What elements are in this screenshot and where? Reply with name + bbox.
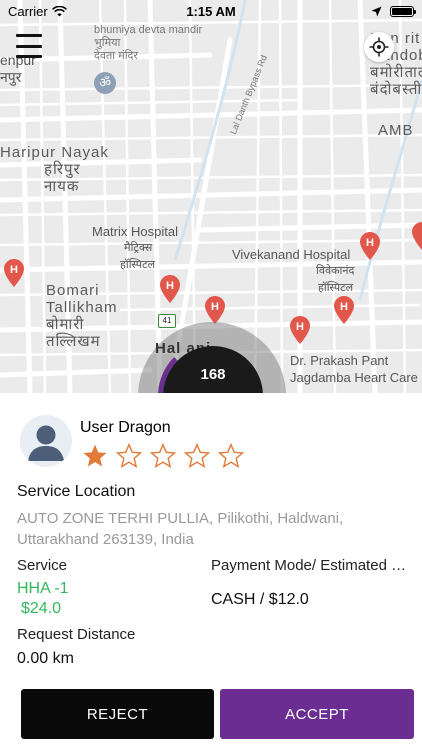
service-address: AUTO ZONE TERHI PULLIA, Pilikothi, Haldw… [17, 508, 397, 550]
service-location-label: Service Location [17, 483, 136, 500]
carrier-label: Carrier [8, 3, 48, 19]
hospital-pin-icon[interactable]: H [160, 275, 180, 303]
star-empty-icon [150, 443, 176, 468]
wifi-icon [51, 5, 67, 16]
distance-label: Request Distance [17, 626, 136, 643]
map-label-bhumiya: bhumiya devta mandir भुमिया देवता मंदिर [94, 24, 203, 62]
request-details-panel: User Dragon Service Location AUTO ZONE T… [0, 393, 422, 750]
address-line-1: AUTO ZONE TERHI PULLIA, Pilikothi, Haldw… [17, 510, 344, 527]
svg-text:H: H [211, 301, 219, 313]
map-label-amb: AMB [378, 122, 414, 139]
user-name: User Dragon [80, 419, 171, 436]
rating-stars [82, 443, 244, 469]
map-label-matrix-hospital: Matrix Hospital मैट्रिक्स हॉस्पिटल [92, 224, 178, 271]
star-filled-icon [83, 444, 107, 467]
hospital-pin-icon[interactable]: H [290, 316, 310, 344]
star-empty-icon [184, 443, 210, 468]
accept-button[interactable]: ACCEPT [220, 689, 414, 739]
payment-label: Payment Mode/ Estimated Price [211, 557, 411, 574]
temple-icon: ॐ [94, 72, 116, 94]
map-view[interactable]: bhumiya devta mandir भुमिया देवता मंदिर … [0, 0, 422, 393]
address-line-2: Uttarakhand 263139, India [17, 531, 194, 548]
map-label-vivekanand-hospital: Vivekanand Hospital विवेकानंद हॉस्पिटल [232, 247, 355, 294]
map-label-haripur: Haripur Nayak हरिपुर नायक [0, 144, 109, 195]
highway-shield-icon: 41 [158, 314, 176, 328]
hospital-pin-icon[interactable]: H [334, 296, 354, 324]
menu-bar [16, 44, 42, 48]
svg-text:H: H [10, 264, 18, 276]
avatar [20, 415, 72, 467]
star-empty-icon [116, 443, 142, 468]
svg-text:H: H [296, 321, 304, 333]
battery-icon [390, 5, 416, 17]
service-code: HHA -1 [17, 580, 69, 597]
user-avatar-icon [20, 415, 72, 467]
menu-bar [16, 34, 42, 37]
menu-bar [16, 55, 42, 58]
crosshair-icon [369, 37, 389, 57]
recenter-location-button[interactable] [364, 32, 394, 62]
map-label-bomari: Bomari Tallikham बोमारी तल्लिखम [46, 282, 118, 350]
service-label: Service [17, 557, 68, 574]
distance-value: 0.00 km [17, 650, 74, 667]
menu-button[interactable] [16, 34, 42, 58]
svg-text:H: H [340, 301, 348, 313]
hospital-pin-icon[interactable]: H [360, 232, 380, 260]
payment-value: CASH / $12.0 [211, 591, 309, 608]
svg-text:H: H [366, 237, 374, 249]
reject-button[interactable]: REJECT [21, 689, 214, 739]
svg-text:H: H [166, 280, 174, 292]
hospital-pin-icon[interactable] [412, 222, 422, 250]
hospital-pin-icon[interactable]: H [4, 259, 24, 287]
star-empty-icon [218, 443, 244, 468]
service-price: $24.0 [21, 600, 62, 617]
map-label-prakash-pant: Dr. Prakash Pant Jagdamba Heart Care [290, 353, 418, 385]
hospital-pin-icon[interactable]: H [205, 296, 225, 324]
location-arrow-icon [371, 6, 382, 16]
status-bar: Carrier 1:15 AM [0, 0, 422, 22]
